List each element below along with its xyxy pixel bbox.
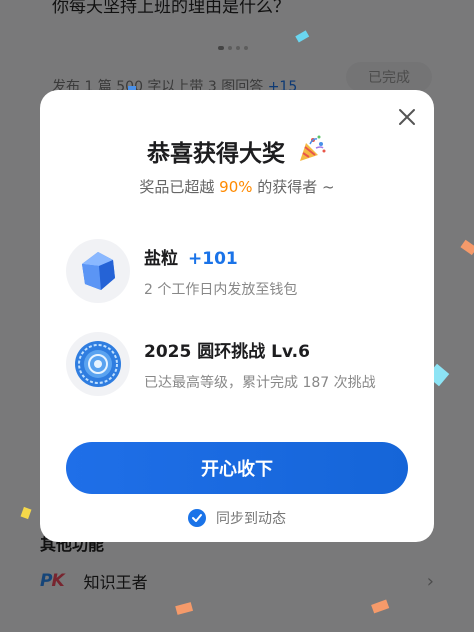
close-icon (399, 109, 415, 125)
accept-button[interactable]: 开心收下 (66, 442, 408, 494)
prize-item-ring-badge: 2025 圆环挑战 Lv.6 已达最高等级，累计完成 187 次挑战 (66, 331, 416, 397)
prize-name: 盐粒 +101 (144, 248, 238, 269)
dialog-title: 恭喜获得大奖 (40, 134, 434, 170)
prize-item-salt: 盐粒 +101 2 个工作日内发放至钱包 (66, 238, 416, 304)
checkbox-checked-icon[interactable] (188, 509, 206, 527)
prize-amount: +101 (188, 248, 238, 269)
sync-label: 同步到动态 (216, 511, 286, 527)
dialog-subtitle: 奖品已超越 90% 的获得者 ~ (139, 178, 335, 196)
party-popper-icon (297, 134, 327, 170)
close-button[interactable] (396, 106, 418, 128)
reward-dialog: 恭喜获得大奖 奖品已超越 90% 的获得者 ~ 盐粒 +101 2 个工作日内发… (40, 90, 434, 542)
prize-description: 已达最高等级，累计完成 187 次挑战 (144, 374, 376, 391)
prize-description: 2 个工作日内发放至钱包 (144, 281, 298, 298)
percentile-value: 90% (219, 178, 253, 196)
prize-name: 2025 圆环挑战 Lv.6 (144, 341, 310, 362)
sync-to-feed-toggle[interactable]: 同步到动态 (40, 508, 434, 528)
salt-crystal-icon (66, 239, 130, 303)
ring-badge-icon (66, 332, 130, 396)
